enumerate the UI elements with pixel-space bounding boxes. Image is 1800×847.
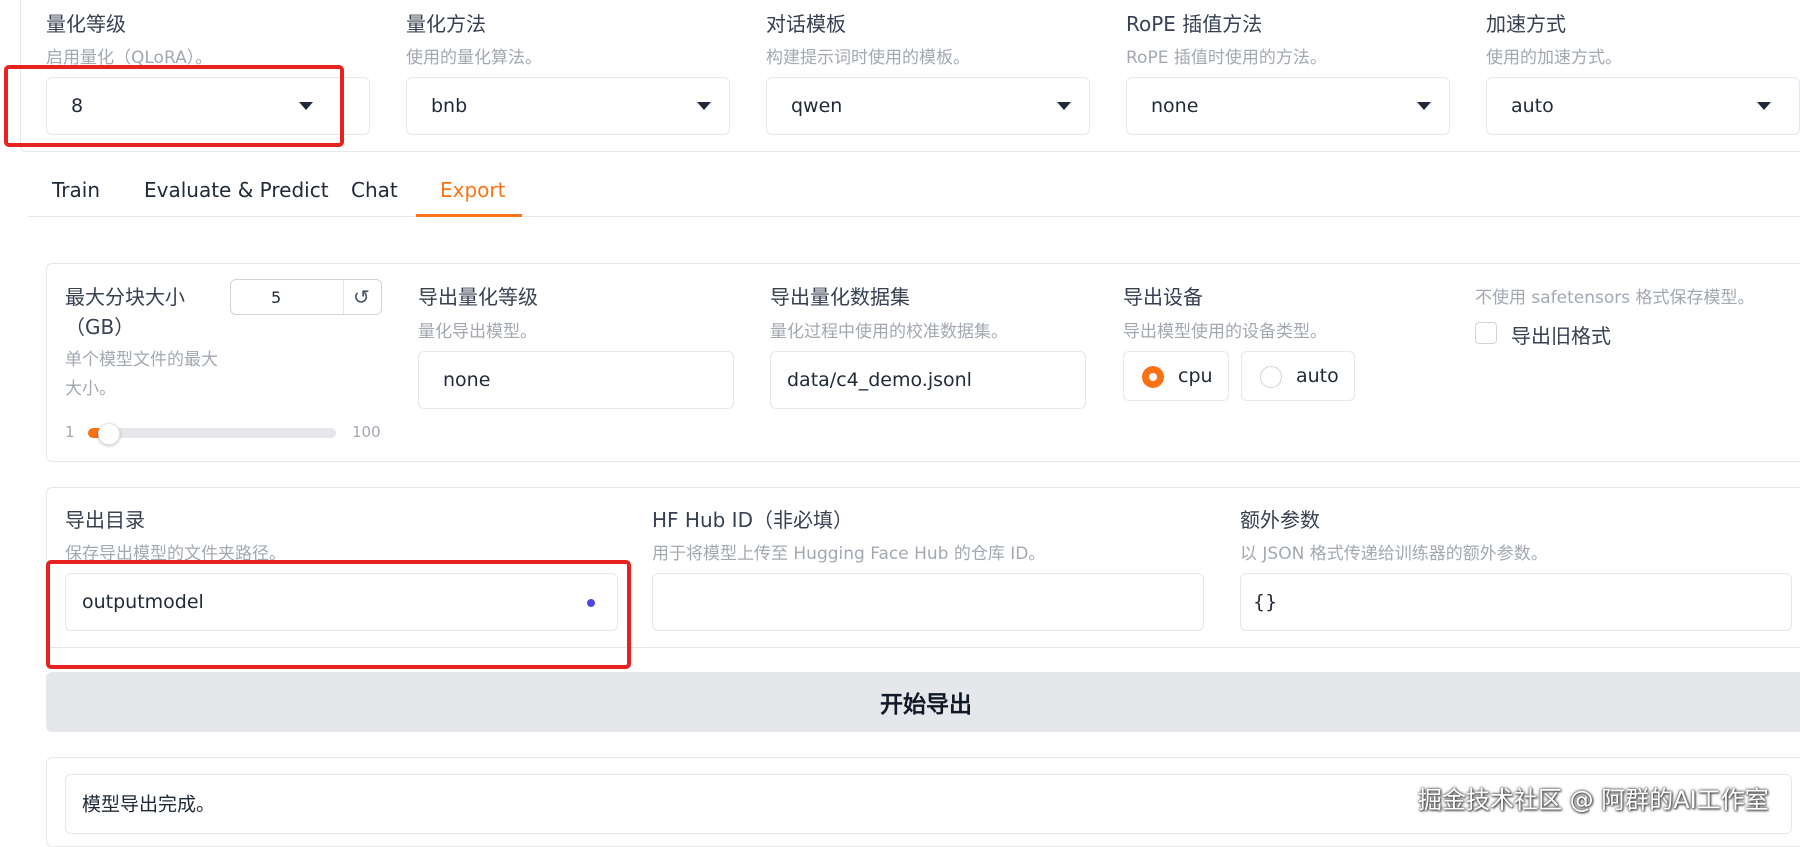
- start-export-button-label: 开始导出: [880, 692, 972, 718]
- hub-id-input[interactable]: [652, 573, 1204, 631]
- export-quant-bit-value: none: [443, 369, 491, 391]
- tab-export-underline: [416, 214, 522, 217]
- quant-method-dropdown[interactable]: bnb: [406, 77, 730, 135]
- input-divider: [343, 280, 344, 314]
- export-dir-input[interactable]: outputmodel: [65, 573, 618, 631]
- rope-label: RoPE 插值方法: [1126, 12, 1263, 36]
- extra-args-value: {}: [1253, 591, 1278, 613]
- quant-method-label: 量化方法: [406, 12, 486, 36]
- extra-args-label: 额外参数: [1240, 508, 1320, 532]
- quant-level-label: 量化等级: [46, 12, 126, 36]
- export-legacy-info: 不使用 safetensors 格式保存模型。: [1475, 288, 1755, 308]
- slider-min-label: 1: [65, 423, 75, 441]
- shard-size-label-unit: （GB）: [65, 315, 135, 339]
- export-quant-bit-info: 量化导出模型。: [418, 322, 537, 342]
- quant-level-value: 8: [71, 95, 84, 117]
- template-value: qwen: [791, 95, 843, 117]
- template-dropdown[interactable]: qwen: [766, 77, 1090, 135]
- quant-level-info: 启用量化（QLoRA）。: [46, 48, 213, 68]
- export-dir-value: outputmodel: [82, 591, 204, 613]
- export-quant-dataset-info: 量化过程中使用的校准数据集。: [770, 322, 1008, 342]
- export-device-label: 导出设备: [1123, 285, 1203, 309]
- tab-export[interactable]: Export: [440, 178, 505, 202]
- chevron-down-icon: [1057, 102, 1071, 110]
- export-quant-dataset-input[interactable]: data/c4_demo.jsonl: [770, 351, 1086, 409]
- rope-dropdown[interactable]: none: [1126, 77, 1450, 135]
- export-legacy-checkbox[interactable]: [1475, 322, 1497, 344]
- device-option-cpu[interactable]: cpu: [1123, 351, 1229, 401]
- export-dir-info: 保存导出模型的文件夹路径。: [65, 544, 286, 564]
- device-option-cpu-label: cpu: [1178, 365, 1213, 387]
- device-option-auto-label: auto: [1296, 365, 1339, 387]
- accel-dropdown[interactable]: auto: [1486, 77, 1800, 135]
- tab-train[interactable]: Train: [52, 178, 100, 202]
- hub-id-info: 用于将模型上传至 Hugging Face Hub 的仓库 ID。: [652, 544, 1046, 564]
- quant-method-value: bnb: [431, 95, 468, 117]
- extra-args-info: 以 JSON 格式传递给训练器的额外参数。: [1240, 544, 1548, 564]
- tab-bar-divider: [28, 216, 1800, 217]
- tab-evaluate-predict[interactable]: Evaluate & Predict: [144, 178, 329, 202]
- export-legacy-label[interactable]: 导出旧格式: [1511, 320, 1611, 349]
- shard-size-info-cont: 大小。: [65, 379, 116, 399]
- slider-max-label: 100: [352, 423, 381, 441]
- device-option-auto[interactable]: auto: [1241, 351, 1355, 401]
- chevron-down-icon: [299, 102, 313, 110]
- quant-level-dropdown[interactable]: 8: [46, 77, 370, 135]
- accel-value: auto: [1511, 95, 1554, 117]
- quant-method-info: 使用的量化算法。: [406, 48, 542, 68]
- rope-value: none: [1151, 95, 1199, 117]
- tab-chat[interactable]: Chat: [351, 178, 398, 202]
- export-quant-bit-label: 导出量化等级: [418, 285, 538, 309]
- shard-size-number-input[interactable]: 5 ↺: [230, 279, 382, 315]
- export-quant-dataset-value: data/c4_demo.jsonl: [787, 369, 972, 391]
- shard-size-slider-thumb[interactable]: [98, 423, 120, 445]
- accel-info: 使用的加速方式。: [1486, 48, 1622, 68]
- export-quant-bit-dropdown[interactable]: none: [418, 351, 734, 409]
- accel-label: 加速方式: [1486, 12, 1566, 36]
- extra-args-input[interactable]: {}: [1240, 573, 1792, 631]
- shard-size-value: 5: [271, 288, 282, 307]
- shard-size-label: 最大分块大小: [65, 285, 185, 309]
- shard-size-info: 单个模型文件的最大: [65, 350, 218, 370]
- start-export-button[interactable]: 开始导出: [46, 672, 1800, 732]
- shard-size-slider-track[interactable]: [88, 423, 336, 445]
- radio-unselected-icon: [1260, 366, 1282, 388]
- template-label: 对话模板: [766, 12, 846, 36]
- chevron-down-icon: [1757, 102, 1771, 110]
- hub-id-label: HF Hub ID（非必填）: [652, 508, 853, 532]
- export-device-info: 导出模型使用的设备类型。: [1123, 322, 1327, 342]
- chevron-down-icon: [1417, 102, 1431, 110]
- reset-icon[interactable]: ↺: [353, 285, 370, 309]
- unsaved-dot-icon: [587, 599, 595, 607]
- template-info: 构建提示词时使用的模板。: [766, 48, 970, 68]
- radio-selected-icon: [1142, 366, 1164, 388]
- export-quant-dataset-label: 导出量化数据集: [770, 285, 910, 309]
- watermark-text: 掘金技术社区 @ 阿群的AI工作室: [1418, 786, 1769, 814]
- chevron-down-icon: [697, 102, 711, 110]
- output-text: 模型导出完成。: [82, 793, 216, 816]
- rope-info: RoPE 插值时使用的方法。: [1126, 48, 1327, 68]
- export-dir-label: 导出目录: [65, 508, 145, 532]
